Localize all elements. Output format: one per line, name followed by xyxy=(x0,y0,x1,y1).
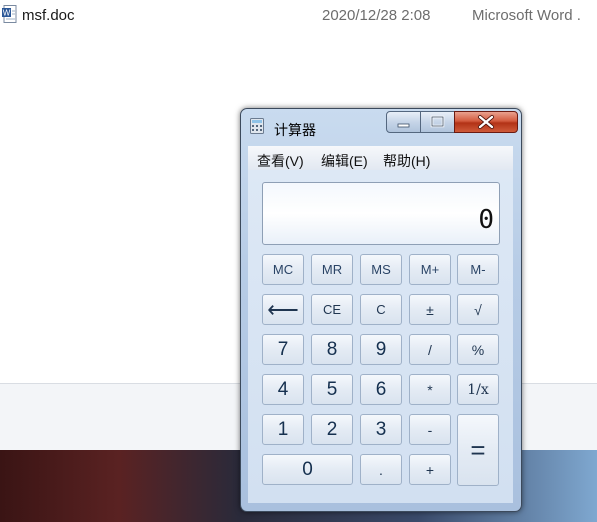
menu-help[interactable]: 帮助(H) xyxy=(383,151,430,171)
file-type: Microsoft Word . xyxy=(472,7,581,24)
display-value: 0 xyxy=(478,205,494,235)
decimal-button[interactable]: . xyxy=(360,454,402,485)
digit-7-button[interactable]: 7 xyxy=(262,334,304,365)
file-modified-date: 2020/12/28 2:08 xyxy=(322,7,431,24)
digit-3-button[interactable]: 3 xyxy=(360,414,402,445)
equals-button[interactable]: = xyxy=(457,414,499,486)
maximize-button[interactable] xyxy=(420,111,455,133)
calculator-body: 0 MC MR MS M+ M- ⟵ CE C ± √ 7 8 9 / % 4 … xyxy=(248,170,513,503)
digit-2-button[interactable]: 2 xyxy=(311,414,353,445)
menu-bar: 查看(V) 编辑(E) 帮助(H) xyxy=(248,146,513,170)
menu-view[interactable]: 查看(V) xyxy=(257,151,304,171)
reciprocal-button[interactable]: 1/x xyxy=(457,374,499,405)
calculator-icon xyxy=(250,118,264,134)
close-button[interactable] xyxy=(454,111,518,133)
digit-5-button[interactable]: 5 xyxy=(311,374,353,405)
digit-6-button[interactable]: 6 xyxy=(360,374,402,405)
calculator-window: 计算器 查看(V) 编辑(E) 帮助(H) 0 MC MR MS M+ M- ⟵… xyxy=(240,108,522,512)
minimize-icon xyxy=(397,123,410,128)
percent-button[interactable]: % xyxy=(457,334,499,365)
word-document-icon: W xyxy=(2,5,18,23)
clear-button[interactable]: C xyxy=(360,294,402,325)
svg-text:W: W xyxy=(3,9,11,18)
maximize-icon xyxy=(430,115,445,128)
window-title: 计算器 xyxy=(274,122,316,138)
plus-minus-button[interactable]: ± xyxy=(409,294,451,325)
file-name[interactable]: msf.doc xyxy=(22,7,75,24)
minimize-button[interactable] xyxy=(386,111,421,133)
multiply-button[interactable]: * xyxy=(409,374,451,405)
ce-button[interactable]: CE xyxy=(311,294,353,325)
digit-8-button[interactable]: 8 xyxy=(311,334,353,365)
mc-button[interactable]: MC xyxy=(262,254,304,285)
add-button[interactable]: + xyxy=(409,454,451,485)
file-row[interactable]: W msf.doc 2020/12/28 2:08 Microsoft Word… xyxy=(0,0,597,32)
backspace-button[interactable]: ⟵ xyxy=(262,294,304,325)
close-icon xyxy=(478,115,494,129)
ms-button[interactable]: MS xyxy=(360,254,402,285)
m-minus-button[interactable]: M- xyxy=(457,254,499,285)
mr-button[interactable]: MR xyxy=(311,254,353,285)
m-plus-button[interactable]: M+ xyxy=(409,254,451,285)
title-bar[interactable]: 计算器 xyxy=(241,109,521,139)
digit-4-button[interactable]: 4 xyxy=(262,374,304,405)
square-root-button[interactable]: √ xyxy=(457,294,499,325)
display: 0 xyxy=(262,182,500,245)
divide-button[interactable]: / xyxy=(409,334,451,365)
digit-1-button[interactable]: 1 xyxy=(262,414,304,445)
digit-0-button[interactable]: 0 xyxy=(262,454,353,485)
subtract-button[interactable]: - xyxy=(409,414,451,445)
digit-9-button[interactable]: 9 xyxy=(360,334,402,365)
menu-edit[interactable]: 编辑(E) xyxy=(321,151,368,171)
